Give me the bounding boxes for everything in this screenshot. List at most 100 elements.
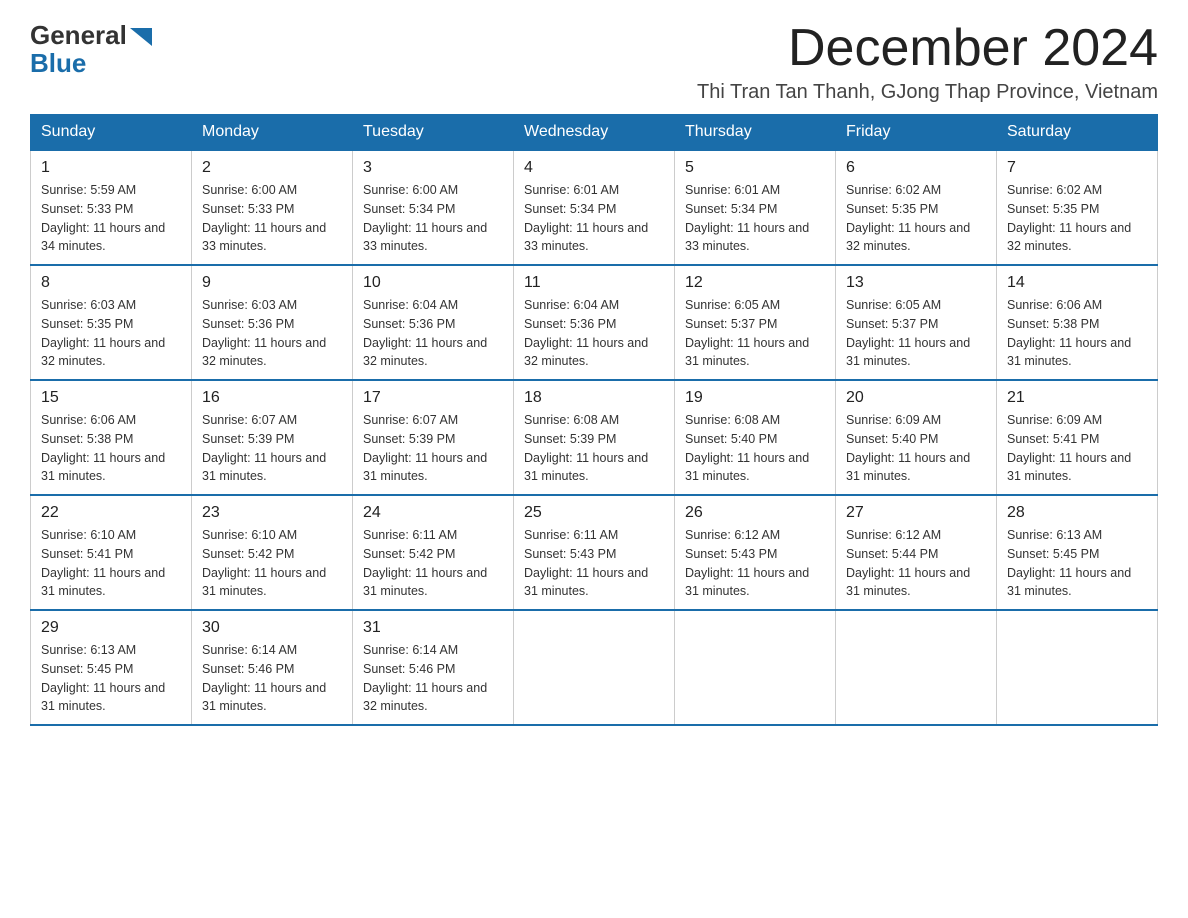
day-info: Sunrise: 6:07 AM Sunset: 5:39 PM Dayligh… [363, 411, 503, 486]
calendar-cell: 9 Sunrise: 6:03 AM Sunset: 5:36 PM Dayli… [192, 265, 353, 380]
day-number: 11 [524, 274, 664, 292]
day-number: 13 [846, 274, 986, 292]
day-info: Sunrise: 6:01 AM Sunset: 5:34 PM Dayligh… [685, 181, 825, 256]
day-number: 10 [363, 274, 503, 292]
header-sunday: Sunday [31, 115, 192, 151]
day-number: 3 [363, 159, 503, 177]
day-info: Sunrise: 6:10 AM Sunset: 5:41 PM Dayligh… [41, 526, 181, 601]
day-info: Sunrise: 6:14 AM Sunset: 5:46 PM Dayligh… [363, 641, 503, 716]
day-number: 25 [524, 504, 664, 522]
day-info: Sunrise: 6:08 AM Sunset: 5:39 PM Dayligh… [524, 411, 664, 486]
header-saturday: Saturday [997, 115, 1158, 151]
calendar-cell: 17 Sunrise: 6:07 AM Sunset: 5:39 PM Dayl… [353, 380, 514, 495]
header-friday: Friday [836, 115, 997, 151]
logo-blue: Blue [30, 50, 152, 76]
day-info: Sunrise: 6:06 AM Sunset: 5:38 PM Dayligh… [1007, 296, 1147, 371]
calendar-cell: 11 Sunrise: 6:04 AM Sunset: 5:36 PM Dayl… [514, 265, 675, 380]
calendar-cell: 1 Sunrise: 5:59 AM Sunset: 5:33 PM Dayli… [31, 150, 192, 265]
calendar-cell: 27 Sunrise: 6:12 AM Sunset: 5:44 PM Dayl… [836, 495, 997, 610]
day-info: Sunrise: 6:09 AM Sunset: 5:41 PM Dayligh… [1007, 411, 1147, 486]
day-number: 14 [1007, 274, 1147, 292]
day-info: Sunrise: 6:09 AM Sunset: 5:40 PM Dayligh… [846, 411, 986, 486]
day-info: Sunrise: 5:59 AM Sunset: 5:33 PM Dayligh… [41, 181, 181, 256]
calendar-cell: 16 Sunrise: 6:07 AM Sunset: 5:39 PM Dayl… [192, 380, 353, 495]
day-number: 24 [363, 504, 503, 522]
day-info: Sunrise: 6:02 AM Sunset: 5:35 PM Dayligh… [846, 181, 986, 256]
day-number: 12 [685, 274, 825, 292]
day-info: Sunrise: 6:08 AM Sunset: 5:40 PM Dayligh… [685, 411, 825, 486]
calendar-cell: 30 Sunrise: 6:14 AM Sunset: 5:46 PM Dayl… [192, 610, 353, 725]
day-number: 29 [41, 619, 181, 637]
day-number: 16 [202, 389, 342, 407]
logo-arrow-icon [130, 28, 152, 46]
day-number: 31 [363, 619, 503, 637]
day-number: 30 [202, 619, 342, 637]
day-number: 28 [1007, 504, 1147, 522]
day-number: 23 [202, 504, 342, 522]
calendar-cell [675, 610, 836, 725]
day-number: 5 [685, 159, 825, 177]
calendar-cell: 24 Sunrise: 6:11 AM Sunset: 5:42 PM Dayl… [353, 495, 514, 610]
page-header: General Blue December 2024 Thi Tran Tan … [30, 20, 1158, 104]
calendar-cell: 4 Sunrise: 6:01 AM Sunset: 5:34 PM Dayli… [514, 150, 675, 265]
day-info: Sunrise: 6:01 AM Sunset: 5:34 PM Dayligh… [524, 181, 664, 256]
title-section: December 2024 Thi Tran Tan Thanh, GJong … [697, 20, 1158, 104]
day-number: 1 [41, 159, 181, 177]
day-info: Sunrise: 6:00 AM Sunset: 5:34 PM Dayligh… [363, 181, 503, 256]
header-thursday: Thursday [675, 115, 836, 151]
calendar-cell: 12 Sunrise: 6:05 AM Sunset: 5:37 PM Dayl… [675, 265, 836, 380]
day-number: 26 [685, 504, 825, 522]
calendar-cell: 2 Sunrise: 6:00 AM Sunset: 5:33 PM Dayli… [192, 150, 353, 265]
day-info: Sunrise: 6:05 AM Sunset: 5:37 PM Dayligh… [846, 296, 986, 371]
calendar-week-row: 29 Sunrise: 6:13 AM Sunset: 5:45 PM Dayl… [31, 610, 1158, 725]
day-info: Sunrise: 6:12 AM Sunset: 5:44 PM Dayligh… [846, 526, 986, 601]
calendar-cell: 25 Sunrise: 6:11 AM Sunset: 5:43 PM Dayl… [514, 495, 675, 610]
calendar-cell: 21 Sunrise: 6:09 AM Sunset: 5:41 PM Dayl… [997, 380, 1158, 495]
day-number: 7 [1007, 159, 1147, 177]
day-info: Sunrise: 6:03 AM Sunset: 5:36 PM Dayligh… [202, 296, 342, 371]
calendar-cell: 29 Sunrise: 6:13 AM Sunset: 5:45 PM Dayl… [31, 610, 192, 725]
calendar-cell: 10 Sunrise: 6:04 AM Sunset: 5:36 PM Dayl… [353, 265, 514, 380]
day-info: Sunrise: 6:14 AM Sunset: 5:46 PM Dayligh… [202, 641, 342, 716]
calendar-cell [514, 610, 675, 725]
calendar-cell: 28 Sunrise: 6:13 AM Sunset: 5:45 PM Dayl… [997, 495, 1158, 610]
day-info: Sunrise: 6:13 AM Sunset: 5:45 PM Dayligh… [41, 641, 181, 716]
header-wednesday: Wednesday [514, 115, 675, 151]
day-info: Sunrise: 6:00 AM Sunset: 5:33 PM Dayligh… [202, 181, 342, 256]
calendar-week-row: 1 Sunrise: 5:59 AM Sunset: 5:33 PM Dayli… [31, 150, 1158, 265]
day-info: Sunrise: 6:11 AM Sunset: 5:43 PM Dayligh… [524, 526, 664, 601]
calendar-week-row: 8 Sunrise: 6:03 AM Sunset: 5:35 PM Dayli… [31, 265, 1158, 380]
day-number: 8 [41, 274, 181, 292]
calendar-week-row: 22 Sunrise: 6:10 AM Sunset: 5:41 PM Dayl… [31, 495, 1158, 610]
calendar-cell: 3 Sunrise: 6:00 AM Sunset: 5:34 PM Dayli… [353, 150, 514, 265]
day-number: 17 [363, 389, 503, 407]
calendar-cell: 6 Sunrise: 6:02 AM Sunset: 5:35 PM Dayli… [836, 150, 997, 265]
day-number: 18 [524, 389, 664, 407]
calendar-cell: 7 Sunrise: 6:02 AM Sunset: 5:35 PM Dayli… [997, 150, 1158, 265]
day-info: Sunrise: 6:02 AM Sunset: 5:35 PM Dayligh… [1007, 181, 1147, 256]
calendar-cell: 23 Sunrise: 6:10 AM Sunset: 5:42 PM Dayl… [192, 495, 353, 610]
calendar-cell: 26 Sunrise: 6:12 AM Sunset: 5:43 PM Dayl… [675, 495, 836, 610]
day-info: Sunrise: 6:06 AM Sunset: 5:38 PM Dayligh… [41, 411, 181, 486]
month-title: December 2024 [697, 20, 1158, 77]
calendar-week-row: 15 Sunrise: 6:06 AM Sunset: 5:38 PM Dayl… [31, 380, 1158, 495]
day-number: 19 [685, 389, 825, 407]
logo: General Blue [30, 20, 152, 76]
day-number: 4 [524, 159, 664, 177]
calendar-cell: 14 Sunrise: 6:06 AM Sunset: 5:38 PM Dayl… [997, 265, 1158, 380]
day-number: 6 [846, 159, 986, 177]
day-number: 20 [846, 389, 986, 407]
calendar-cell: 5 Sunrise: 6:01 AM Sunset: 5:34 PM Dayli… [675, 150, 836, 265]
day-info: Sunrise: 6:04 AM Sunset: 5:36 PM Dayligh… [363, 296, 503, 371]
header-monday: Monday [192, 115, 353, 151]
day-number: 15 [41, 389, 181, 407]
day-number: 9 [202, 274, 342, 292]
calendar-cell: 22 Sunrise: 6:10 AM Sunset: 5:41 PM Dayl… [31, 495, 192, 610]
calendar-cell: 18 Sunrise: 6:08 AM Sunset: 5:39 PM Dayl… [514, 380, 675, 495]
header-tuesday: Tuesday [353, 115, 514, 151]
day-number: 21 [1007, 389, 1147, 407]
calendar-cell: 31 Sunrise: 6:14 AM Sunset: 5:46 PM Dayl… [353, 610, 514, 725]
calendar-cell [997, 610, 1158, 725]
calendar-cell: 19 Sunrise: 6:08 AM Sunset: 5:40 PM Dayl… [675, 380, 836, 495]
calendar-cell: 20 Sunrise: 6:09 AM Sunset: 5:40 PM Dayl… [836, 380, 997, 495]
